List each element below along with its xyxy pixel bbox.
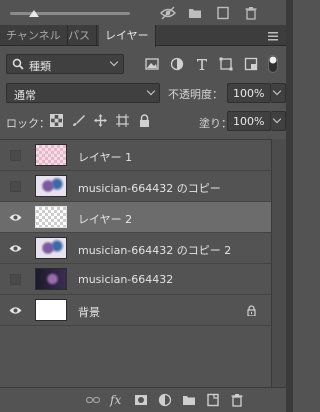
add-layer-style-icon[interactable]: fx [110,393,124,407]
visibility-toggle[interactable] [10,274,21,285]
layers-panel: チャンネル パス レイヤー 種類 通常 不透明度： 100% ロック： 塗り： … [0,0,286,412]
fill-input[interactable]: 100% [227,111,271,131]
visibility-toggle[interactable] [10,181,21,192]
eye-icon[interactable] [9,212,22,223]
filter-kind-select[interactable]: 種類 [6,54,124,74]
layer-row[interactable]: musician-664432 [0,264,271,295]
adjustment-filter-icon[interactable] [170,57,184,71]
adjustment-layer-icon[interactable] [158,393,172,407]
blend-mode-select[interactable]: 通常 [6,83,160,103]
bottom-icons: fx [85,393,244,407]
lock-transparent-pixels-icon[interactable] [50,114,63,127]
size-slider-track[interactable] [10,12,130,15]
tab-channels[interactable]: チャンネル [0,25,68,46]
lock-icons [50,114,151,127]
chevron-down-icon [272,86,282,96]
opacity-value: 100% [233,87,265,100]
chevron-down-icon [272,114,282,124]
new-page-icon[interactable] [216,6,230,20]
tab-paths[interactable]: パス [62,25,97,46]
lock-all-icon[interactable] [138,114,151,127]
visibility-toggle-icon[interactable] [160,6,176,20]
layer-name: レイヤー 1 [78,151,133,164]
layer-name: musician-664432 のコピー [78,182,221,195]
layer-thumbnail [35,206,67,228]
layer-thumbnail [35,268,67,290]
chevron-down-icon [146,86,156,96]
opacity-dropdown-button[interactable] [271,83,286,103]
opacity-input[interactable]: 100% [227,83,271,103]
layer-name: musician-664432 [78,273,174,286]
layer-row[interactable]: musician-664432 のコピー 2 [0,233,271,264]
opacity-label: 不透明度： [168,88,223,101]
layer-row[interactable]: 背景 [0,295,271,326]
bottom-toolbar: fx [0,387,286,412]
layer-name: 背景 [78,306,100,319]
panel-tab-bar: チャンネル パス レイヤー [0,25,286,47]
layer-thumbnail [35,144,67,166]
visibility-toggle[interactable] [10,150,21,161]
top-icons [160,6,258,20]
link-layers-icon[interactable] [85,393,101,407]
layer-name: レイヤー 2 [78,213,133,226]
lock-position-icon[interactable] [94,114,107,127]
top-strip [0,0,286,25]
type-filter-icon[interactable] [195,57,209,71]
delete-layer-icon[interactable] [230,393,244,407]
lock-label: ロック： [6,117,50,130]
lock-artboard-icon[interactable] [116,114,129,127]
add-mask-icon[interactable] [134,393,148,407]
filter-kind-value: 種類 [29,60,51,73]
fill-value: 100% [233,115,265,128]
tab-layers[interactable]: レイヤー [99,25,156,47]
eye-icon[interactable] [9,243,22,254]
trash-icon[interactable] [244,6,258,20]
fill-dropdown-button[interactable] [271,111,286,131]
filter-toggle-icon[interactable] [268,55,282,73]
layers-scrollbar[interactable] [271,139,286,387]
layer-row[interactable]: musician-664432 のコピー [0,171,271,202]
panel-edge [286,0,293,412]
panel-menu-icon[interactable] [268,31,278,41]
eye-icon[interactable] [9,305,22,316]
layer-thumbnail [35,237,67,259]
layer-name: musician-664432 のコピー 2 [78,244,232,257]
new-layer-icon[interactable] [206,393,220,407]
chevron-down-icon [109,57,119,67]
size-slider-thumb[interactable] [29,10,39,17]
search-icon [12,58,24,73]
layer-row[interactable]: レイヤー 1 [0,140,271,171]
blend-mode-value: 通常 [14,89,36,102]
layer-thumbnail [35,299,67,321]
lock-image-pixels-icon[interactable] [72,114,85,127]
folder-icon[interactable] [188,6,202,20]
new-group-icon[interactable] [182,393,196,407]
layer-thumbnail [35,175,67,197]
image-filter-icon[interactable] [145,57,159,71]
layer-row[interactable]: レイヤー 2 [0,202,271,233]
smart-object-filter-icon[interactable] [244,57,258,71]
shape-filter-icon[interactable] [219,57,233,71]
lock-icon[interactable] [246,305,257,317]
layers-list: レイヤー 1 musician-664432 のコピー レイヤー 2 music… [0,139,271,387]
